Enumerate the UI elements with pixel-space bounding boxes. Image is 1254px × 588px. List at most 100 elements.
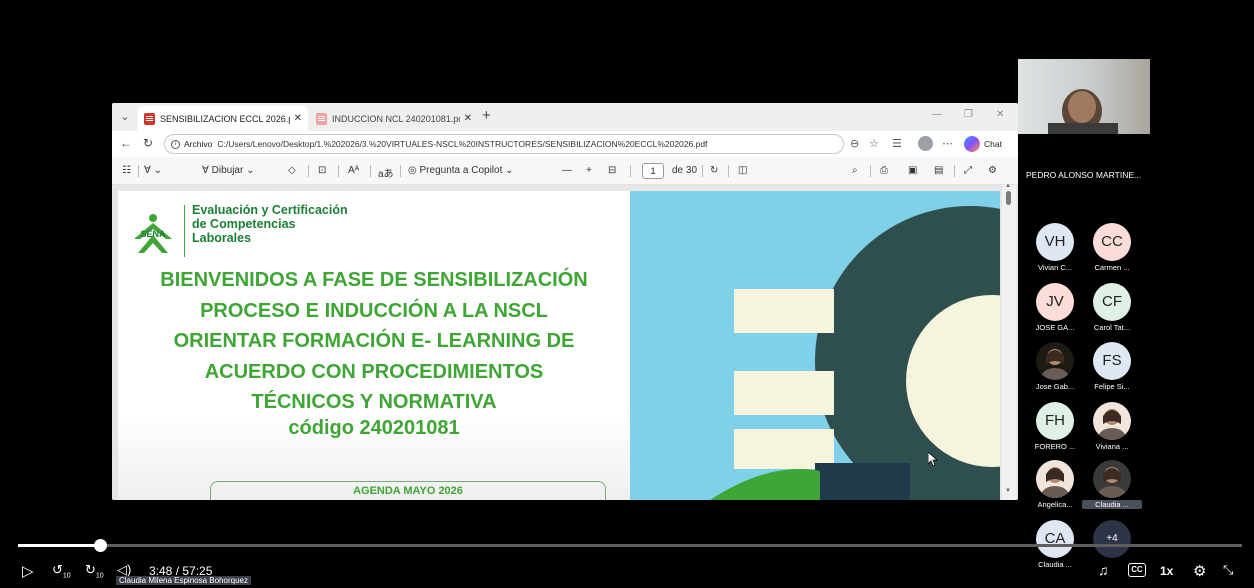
divider [370, 165, 371, 177]
back-icon[interactable]: ← [120, 136, 132, 150]
participant-tile[interactable]: JV JOSE GA... [1025, 283, 1085, 341]
org-name: Evaluación y Certificación de Competenci… [192, 203, 432, 245]
scroll-thumb[interactable] [1006, 191, 1011, 205]
save-icon[interactable]: ▣ [908, 165, 917, 176]
profile-avatar[interactable] [918, 136, 933, 151]
url-input[interactable]: i Archivo C:/Users/Lenovo/Desktop/1.%202… [164, 134, 844, 154]
divider [870, 165, 871, 177]
copilot-ask-button[interactable]: ◎ Pregunta a Copilot ⌄ [408, 165, 514, 176]
participant-name: Claudia ... [1082, 500, 1142, 509]
presenter-name: PEDRO ALONSO MARTINE... [1026, 170, 1142, 180]
participant-tile[interactable]: FH FORERO ... [1025, 402, 1085, 460]
tab-bar: ⌄ SENSIBILIZACION ECCL 2026.pdf ✕ INDUCC… [112, 103, 1018, 131]
logo-divider [184, 205, 185, 257]
agenda-box: AGENDA MAYO 2026 [210, 481, 606, 500]
more-options-icon[interactable]: ⋯ [942, 137, 953, 150]
play-icon[interactable]: ▷ [22, 562, 34, 580]
zoom-icon[interactable]: ⊖ [850, 137, 859, 150]
org-name-line: Evaluación y Certificación [192, 203, 348, 217]
pdf-page-left: SENA Evaluación y Certificación de Compe… [118, 191, 630, 500]
close-icon[interactable]: ✕ [464, 113, 472, 124]
scroll-down-icon[interactable]: ▼ [1005, 488, 1011, 494]
close-icon[interactable]: ✕ [294, 113, 302, 124]
speaker-caption: Claudia Milena Espinosa Bohorquez [116, 576, 251, 585]
zoom-out-icon[interactable]: — [562, 165, 572, 176]
participant-tile[interactable]: Angelica... [1025, 460, 1085, 518]
closed-captions-button[interactable]: CC [1128, 563, 1146, 577]
tab-induccion[interactable]: INDUCCION NCL 240201081.pdf ✕ [310, 106, 478, 131]
zoom-in-icon[interactable]: + [586, 165, 592, 176]
read-aloud-icon[interactable]: aあ [378, 165, 394, 180]
seek-handle[interactable] [94, 539, 107, 552]
add-text-icon[interactable]: ⊡ [318, 165, 326, 176]
participant-photo-icon [1041, 349, 1069, 380]
contents-icon[interactable]: ☷ [122, 165, 131, 176]
participant-name: Claudia ... [1038, 560, 1072, 569]
fullscreen-icon[interactable]: ⤢ [964, 165, 972, 176]
restore-icon[interactable]: ❐ [964, 109, 973, 120]
highlight-icon[interactable]: ∀ ⌄ [144, 165, 162, 176]
participant-tile[interactable]: Claudia ... [1082, 460, 1142, 518]
participant-name: Angelica... [1037, 500, 1073, 509]
participant-name: Felipe Si... [1094, 382, 1130, 391]
playback-speed-button[interactable]: 1x [1160, 564, 1173, 578]
headline-line: PROCESO E INDUCCIÓN A LA NSCL [200, 299, 548, 322]
search-icon[interactable]: ⌕ [852, 165, 858, 176]
seek-bar[interactable] [18, 539, 1242, 552]
participant-tile[interactable]: CF Carol Tat... [1082, 283, 1142, 341]
draw-button[interactable]: ∀ Dibujar ⌄ [202, 165, 254, 176]
sena-logo-icon: SENA [134, 214, 172, 253]
favorite-star-icon[interactable]: ☆ [869, 137, 879, 150]
tab-list-chevron-icon[interactable]: ⌄ [118, 110, 132, 124]
participant-tile[interactable]: FS Felipe Si... [1082, 342, 1142, 400]
participant-avatar: VH [1036, 223, 1074, 261]
new-tab-button[interactable]: + [482, 107, 491, 124]
participant-avatar [1036, 460, 1074, 498]
headline-line: TÉCNICOS Y NORMATIVA [251, 391, 497, 413]
participant-avatar: JV [1036, 283, 1074, 321]
chat-button[interactable]: Chat [984, 139, 1002, 149]
pdf-scrollbar[interactable]: ▲ ▼ [1002, 183, 1016, 500]
pdf-viewer[interactable]: SENA Evaluación y Certificación de Compe… [112, 183, 1018, 500]
divider [954, 165, 955, 177]
rotate-icon[interactable]: ↻ [710, 165, 718, 176]
close-window-icon[interactable]: ✕ [996, 109, 1004, 120]
participant-tile[interactable]: Jose Gab... [1025, 342, 1085, 400]
eraser-icon[interactable]: ◇ [288, 165, 296, 176]
participant-name: Jose Gab... [1035, 382, 1075, 391]
tab-label: SENSIBILIZACION ECCL 2026.pdf [160, 113, 290, 124]
scroll-up-icon[interactable]: ▲ [1005, 183, 1011, 189]
participant-avatar [1093, 402, 1131, 440]
page-number-input[interactable]: 1 [642, 163, 664, 179]
settings-gear-icon[interactable]: ⚙ [1193, 562, 1206, 580]
text-size-icon[interactable]: Aᴬ [348, 165, 359, 176]
skip-back-label: 10 [62, 572, 71, 580]
divider [728, 165, 729, 177]
print-icon[interactable]: ⎙ [880, 165, 888, 176]
page-view-icon[interactable]: ◫ [738, 165, 747, 176]
participant-tile[interactable]: CC Carmen ... [1082, 223, 1142, 281]
page-total: de 30 [672, 165, 698, 176]
save-as-icon[interactable]: ▤ [934, 165, 943, 176]
participant-tile[interactable]: CA Claudia ... [1025, 520, 1085, 578]
favorites-list-icon[interactable]: ☰ [892, 137, 902, 150]
presenter-video[interactable] [1018, 59, 1150, 134]
skip-forward-label: 10 [95, 572, 104, 580]
skip-forward-icon[interactable]: ↻10 [85, 562, 104, 580]
tab-sensibilizacion[interactable]: SENSIBILIZACION ECCL 2026.pdf ✕ [138, 106, 308, 131]
info-icon: i [171, 139, 180, 149]
minimize-icon[interactable]: — [932, 109, 942, 120]
participant-tile[interactable]: Viviana ... [1082, 402, 1142, 460]
audio-description-icon[interactable]: ♫ [1098, 562, 1109, 578]
divider [138, 165, 139, 177]
copilot-icon[interactable] [964, 136, 980, 152]
pdf-icon [316, 112, 327, 125]
exit-fullscreen-icon[interactable]: ⤡ [1223, 562, 1233, 578]
skip-back-icon[interactable]: ↺10 [52, 562, 71, 580]
url-text: C:/Users/Lenovo/Desktop/1.%202026/3.%20V… [217, 139, 708, 149]
course-code: código 240201081 [288, 417, 460, 439]
participant-tile[interactable]: VH Vivian C... [1025, 223, 1085, 281]
settings-icon[interactable]: ⚙ [988, 165, 997, 176]
refresh-icon[interactable]: ↻ [143, 136, 153, 150]
fit-page-icon[interactable]: ⊟ [608, 165, 616, 176]
